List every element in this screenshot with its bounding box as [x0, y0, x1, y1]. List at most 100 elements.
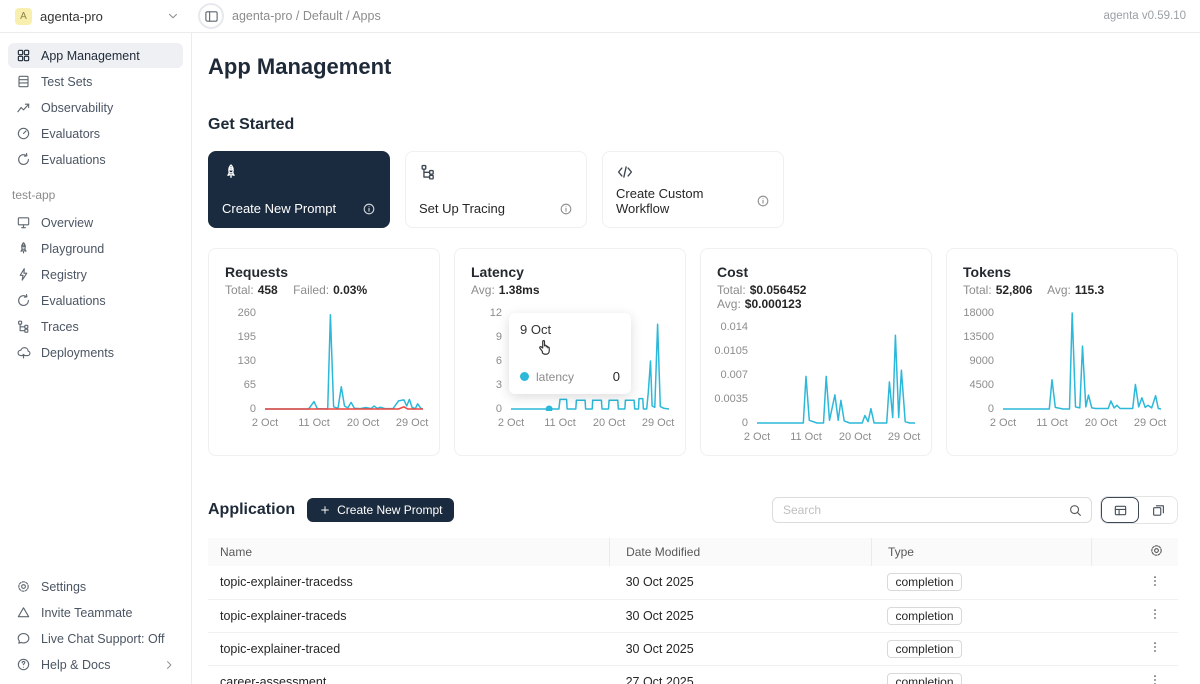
sidebar-item-label: Overview — [41, 216, 93, 230]
y-axis-labels: 00.00350.0070.01050.014 — [717, 325, 757, 425]
table-settings-gear-icon[interactable] — [1149, 543, 1164, 558]
table-row[interactable]: topic-explainer-traced 30 Oct 2025 compl… — [208, 632, 1178, 665]
x-axis-labels: 2 Oct11 Oct20 Oct29 Oct — [265, 415, 423, 431]
table-row[interactable]: topic-explainer-traceds 30 Oct 2025 comp… — [208, 599, 1178, 632]
sidebar-item-test-sets[interactable]: Test Sets — [8, 69, 183, 94]
sidebar-toggle-button[interactable] — [198, 3, 224, 29]
refresh-icon — [16, 152, 31, 167]
sidebar-item-traces[interactable]: Traces — [8, 314, 183, 339]
row-menu-icon[interactable] — [1148, 574, 1162, 588]
card-view-button[interactable] — [1139, 497, 1177, 523]
sidebar-group-label: test-app — [12, 188, 179, 202]
tree-icon — [16, 319, 31, 334]
y-axis-labels: 065130195260 — [225, 311, 265, 411]
chart-stats: Total:$0.056452 Avg:$0.000123 — [717, 283, 915, 311]
application-header: Application Create New Prompt — [208, 496, 1178, 524]
card-label: Create Custom Workflow — [616, 186, 756, 216]
sidebar-item-label: Settings — [41, 580, 86, 594]
x-axis-labels: 2 Oct11 Oct20 Oct29 Oct — [511, 415, 669, 431]
cloud-icon — [16, 345, 31, 360]
sidebar-item-overview[interactable]: Overview — [8, 210, 183, 235]
row-menu-icon[interactable] — [1148, 673, 1162, 684]
info-icon[interactable] — [756, 194, 770, 208]
tooltip-series-name: latency — [536, 370, 574, 384]
search-input[interactable] — [773, 503, 1068, 517]
breadcrumb[interactable]: agenta-pro / Default / Apps — [232, 9, 381, 23]
app-date-modified: 30 Oct 2025 — [610, 566, 872, 599]
get-started-heading: Get Started — [208, 116, 1178, 134]
info-icon[interactable] — [362, 202, 376, 216]
create-custom-workflow-card[interactable]: Create Custom Workflow — [602, 151, 784, 228]
sidebar-item-playground[interactable]: Playground — [8, 236, 183, 261]
requests-line-chart[interactable] — [265, 311, 423, 411]
chart-title: Requests — [225, 264, 423, 280]
sidebar-item-evaluators[interactable]: Evaluators — [8, 121, 183, 146]
create-new-prompt-button[interactable]: Create New Prompt — [307, 498, 454, 522]
column-header-type[interactable]: Type — [871, 538, 1091, 566]
card-label: Set Up Tracing — [419, 201, 505, 216]
column-header-date-modified[interactable]: Date Modified — [610, 538, 872, 566]
cost-chart-card: Cost Total:$0.056452 Avg:$0.000123 00.00… — [700, 248, 932, 456]
sidebar-item-label: Invite Teammate — [41, 606, 132, 620]
chart-stats: Total:458 Failed:0.03% — [225, 283, 423, 297]
sidebar-item-invite-teammate[interactable]: Invite Teammate — [8, 600, 183, 625]
chat-icon — [16, 631, 31, 646]
table-row[interactable]: topic-explainer-tracedss 30 Oct 2025 com… — [208, 566, 1178, 599]
app-name[interactable]: topic-explainer-traced — [208, 632, 610, 665]
rocket-icon — [222, 163, 376, 181]
view-toggle — [1100, 496, 1178, 524]
chart-stats: Total:52,806 Avg:115.3 — [963, 283, 1161, 297]
sidebar-item-evaluations-app[interactable]: Evaluations — [8, 288, 183, 313]
sidebar-item-label: Test Sets — [41, 75, 92, 89]
x-axis-labels: 2 Oct11 Oct20 Oct29 Oct — [757, 429, 915, 445]
sidebar-footer: Settings Invite Teammate Live Chat Suppo… — [8, 574, 183, 678]
chart-stats: Avg:1.38ms — [471, 283, 669, 297]
sidebar-item-deployments[interactable]: Deployments — [8, 340, 183, 365]
table-row[interactable]: career-assessment 27 Oct 2025 completion — [208, 665, 1178, 684]
app-date-modified: 30 Oct 2025 — [610, 632, 872, 665]
plus-icon — [319, 504, 331, 516]
sidebar-item-label: Evaluations — [41, 294, 106, 308]
cost-line-chart[interactable] — [757, 325, 915, 425]
create-new-prompt-card[interactable]: Create New Prompt — [208, 151, 390, 228]
applications-table: Name Date Modified Type topic-explainer-… — [208, 538, 1178, 684]
sidebar-item-label: Evaluations — [41, 153, 106, 167]
set-up-tracing-card[interactable]: Set Up Tracing — [405, 151, 587, 228]
table-view-icon — [1113, 503, 1128, 518]
sidebar-item-observability[interactable]: Observability — [8, 95, 183, 120]
search-box — [772, 497, 1092, 523]
sidebar-item-label: Traces — [41, 320, 79, 334]
sidebar-item-registry[interactable]: Registry — [8, 262, 183, 287]
workspace-avatar: A — [15, 8, 32, 25]
search-icon[interactable] — [1068, 503, 1091, 518]
sidebar-item-evaluations[interactable]: Evaluations — [8, 147, 183, 172]
row-menu-icon[interactable] — [1148, 607, 1162, 621]
x-axis-labels: 2 Oct11 Oct20 Oct29 Oct — [1003, 415, 1161, 431]
sidebar-item-label: Help & Docs — [41, 658, 110, 672]
row-menu-icon[interactable] — [1148, 640, 1162, 654]
app-name[interactable]: topic-explainer-tracedss — [208, 566, 610, 599]
tokens-line-chart[interactable] — [1003, 311, 1161, 411]
type-badge: completion — [887, 673, 961, 684]
app-name[interactable]: topic-explainer-traceds — [208, 599, 610, 632]
trend-icon — [16, 100, 31, 115]
sidebar-item-settings[interactable]: Settings — [8, 574, 183, 599]
table-view-button[interactable] — [1101, 497, 1139, 523]
info-icon[interactable] — [559, 202, 573, 216]
sidebar-item-label: Observability — [41, 101, 113, 115]
refresh-icon — [16, 293, 31, 308]
sidebar-item-live-chat[interactable]: Live Chat Support: Off — [8, 626, 183, 651]
rows-icon — [16, 74, 31, 89]
series-dot-icon — [520, 372, 529, 381]
sidebar-item-app-management[interactable]: App Management — [8, 43, 183, 68]
sidebar-item-help-docs[interactable]: Help & Docs — [8, 652, 183, 677]
column-header-name[interactable]: Name — [208, 538, 610, 566]
grid-icon — [16, 48, 31, 63]
app-name[interactable]: career-assessment — [208, 665, 610, 684]
lightning-icon — [16, 267, 31, 282]
page-title: App Management — [208, 54, 1178, 80]
chart-title: Cost — [717, 264, 915, 280]
workspace-switcher[interactable]: A agenta-pro — [0, 8, 192, 25]
latency-chart-card: Latency Avg:1.38ms 036912 2 Oct11 Oct20 … — [454, 248, 686, 456]
chart-title: Latency — [471, 264, 669, 280]
